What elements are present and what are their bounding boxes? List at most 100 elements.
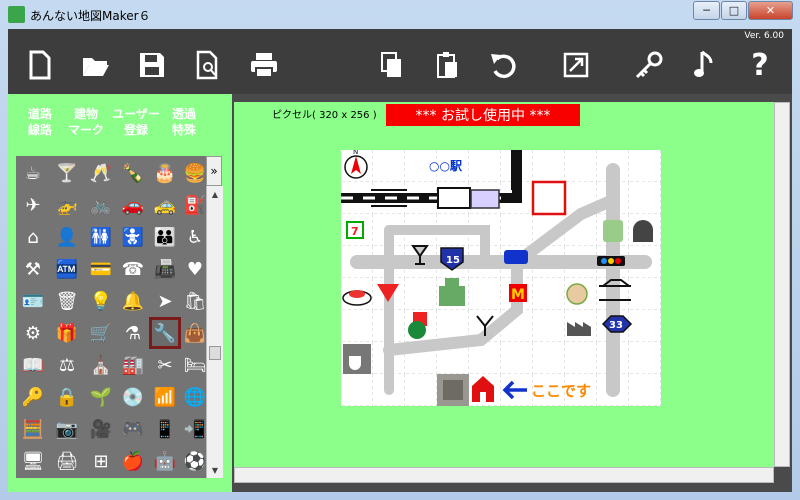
category-label: 線路 (27, 123, 52, 137)
wrench-icon[interactable]: 🔧 (149, 317, 181, 349)
client-area: Ver. 6.00 ? 道路 線路 建物 マーク ユーザー 登録 透過 特殊 ☕… (8, 29, 792, 492)
shopping-bag-icon[interactable]: 🛍 (182, 288, 208, 314)
credit-card-icon[interactable]: 💳 (88, 256, 114, 282)
route-15-label: 15 (446, 255, 460, 266)
bed-icon[interactable]: 🛏 (182, 352, 208, 378)
maximize-button[interactable]: □ (721, 1, 747, 20)
calculator-icon[interactable]: 🧮 (20, 416, 46, 442)
bell-icon[interactable]: 🔔 (120, 288, 146, 314)
fax-icon[interactable]: 📠 (152, 256, 178, 282)
burger-icon[interactable]: 🍔 (182, 160, 208, 186)
sake-jar-icon (566, 283, 588, 305)
gas-station-icon[interactable]: ⛽ (182, 192, 208, 218)
gamepad-icon[interactable]: 🎮 (120, 416, 146, 442)
paste-icon[interactable] (430, 47, 466, 83)
canvas-vertical-scrollbar[interactable] (774, 102, 790, 467)
coffee-icon[interactable]: ☕ (20, 160, 46, 186)
key-icon[interactable] (630, 47, 666, 83)
category-label: 特殊 (171, 123, 196, 137)
helicopter-icon[interactable]: 🚁 (54, 192, 80, 218)
camera-icon[interactable]: 📷 (54, 416, 80, 442)
video-camera-icon[interactable]: 🎥 (88, 416, 114, 442)
copy-icon[interactable] (374, 47, 410, 83)
print-preview-icon[interactable] (190, 47, 226, 83)
gear-icon[interactable]: ⚙ (20, 320, 46, 346)
mobile-phone-icon[interactable]: 📱 (152, 416, 178, 442)
church-icon[interactable]: ⛪ (88, 352, 114, 378)
help-question-icon[interactable]: ? (742, 47, 778, 83)
bottle-icon[interactable]: 🍾 (120, 160, 146, 186)
category-road-rail[interactable]: 道路 線路 (20, 106, 60, 146)
cocktail-icon[interactable]: 🍸 (54, 160, 80, 186)
convenience-store-mark: 7 (351, 225, 359, 238)
scissors-icon[interactable]: ✂ (152, 352, 178, 378)
windows-logo-icon[interactable]: ⊞ (88, 448, 114, 474)
soccer-ball-icon[interactable]: ⚽ (182, 448, 208, 474)
arrow-circle-icon[interactable]: ➤ (152, 288, 178, 314)
shopping-cart-icon[interactable]: 🛒 (88, 320, 114, 346)
palette-scrollbar[interactable]: ▲ ▼ (206, 186, 223, 478)
lightbulb-icon[interactable]: 💡 (88, 288, 114, 314)
scroll-down-arrow-icon[interactable]: ▼ (207, 462, 223, 478)
bicycle-icon[interactable]: 🚲 (88, 192, 114, 218)
minimize-button[interactable]: ─ (693, 1, 720, 20)
cake-icon[interactable]: 🎂 (152, 160, 178, 186)
category-building-mark[interactable]: 建物 マーク (64, 106, 108, 146)
house-icon[interactable]: ⌂ (20, 224, 46, 250)
trash-icon[interactable]: 🗑 (54, 288, 80, 314)
construction-worker-icon[interactable]: ⚒ (20, 256, 46, 282)
wheelchair-icon[interactable]: ♿ (182, 224, 208, 250)
smartphone-icon[interactable]: 📲 (182, 416, 208, 442)
heart-health-icon[interactable]: ♥ (182, 256, 208, 282)
telephone-icon[interactable]: ☎ (120, 256, 146, 282)
gift-icon[interactable]: 🎁 (54, 320, 80, 346)
id-card-icon[interactable]: 🪪 (20, 288, 46, 314)
undo-icon[interactable] (486, 47, 522, 83)
workspace: 道路 線路 建物 マーク ユーザー 登録 透過 特殊 ☕ 🍸 🥂 🍾 🎂 🍔 ✈ 🚁 🚲 (8, 94, 792, 492)
cd-icon[interactable]: 💿 (120, 384, 146, 410)
wifi-icon[interactable]: 📶 (152, 384, 178, 410)
school-building-icon (439, 286, 465, 306)
resize-icon[interactable] (558, 47, 594, 83)
wine-glasses-icon[interactable]: 🥂 (88, 160, 114, 186)
cash-register-icon[interactable]: 🏧 (54, 256, 80, 282)
map-canvas[interactable]: N ○○駅 7 15 M 33 ここです (341, 148, 661, 406)
plant-icon[interactable]: 🌱 (88, 384, 114, 410)
blue-car-icon (504, 250, 528, 264)
restroom-icon[interactable]: 🚻 (88, 224, 114, 250)
palette-scroll-thumb[interactable] (209, 346, 221, 360)
monitor-icon[interactable]: 🖥 (20, 448, 46, 474)
apple-logo-icon[interactable]: 🍎 (120, 448, 146, 474)
safe-icon[interactable]: 🔒 (54, 384, 80, 410)
airplane-icon[interactable]: ✈ (20, 192, 46, 218)
category-user-registered[interactable]: ユーザー 登録 (110, 106, 162, 146)
taxi-icon[interactable]: 🚕 (152, 192, 178, 218)
flask-icon[interactable]: ⚗ (120, 320, 146, 346)
printer-palette-icon[interactable]: 🖨 (54, 448, 80, 474)
car-icon[interactable]: 🚗 (120, 192, 146, 218)
printer-icon[interactable] (246, 47, 282, 83)
new-file-icon[interactable] (22, 47, 58, 83)
globe-icon[interactable]: 🌐 (182, 384, 208, 410)
music-note-icon[interactable] (686, 47, 722, 83)
baby-icon[interactable]: 🚼 (120, 224, 146, 250)
book-icon[interactable]: 📖 (20, 352, 46, 378)
bag-icon[interactable]: 👜 (182, 320, 208, 346)
key-palette-icon[interactable]: 🔑 (20, 384, 46, 410)
palette-expand-button[interactable]: » (206, 156, 222, 186)
factory-icon[interactable]: 🏭 (120, 352, 146, 378)
family-icon[interactable]: 👪 (152, 224, 178, 250)
left-panel: 道路 線路 建物 マーク ユーザー 登録 透過 特殊 ☕ 🍸 🥂 🍾 🎂 🍔 ✈ 🚁 🚲 (8, 94, 232, 492)
open-folder-icon[interactable] (78, 47, 114, 83)
map-drawing[interactable]: N ○○駅 7 15 M 33 ここです (341, 148, 661, 406)
scroll-up-arrow-icon[interactable]: ▲ (207, 186, 223, 202)
category-label: 建物 (73, 107, 98, 121)
android-icon[interactable]: 🤖 (152, 448, 178, 474)
map-canvas-area[interactable]: ピクセル( 320 x 256 ) *** お試し使用中 *** N ○○駅 7… (234, 102, 774, 467)
save-disk-icon[interactable] (134, 47, 170, 83)
person-icon[interactable]: 👤 (54, 224, 80, 250)
canvas-horizontal-scrollbar[interactable] (234, 467, 774, 483)
category-transparent-special[interactable]: 透過 特殊 (164, 106, 204, 146)
gavel-icon[interactable]: ⚖ (54, 352, 80, 378)
close-button[interactable]: ✕ (748, 1, 793, 20)
